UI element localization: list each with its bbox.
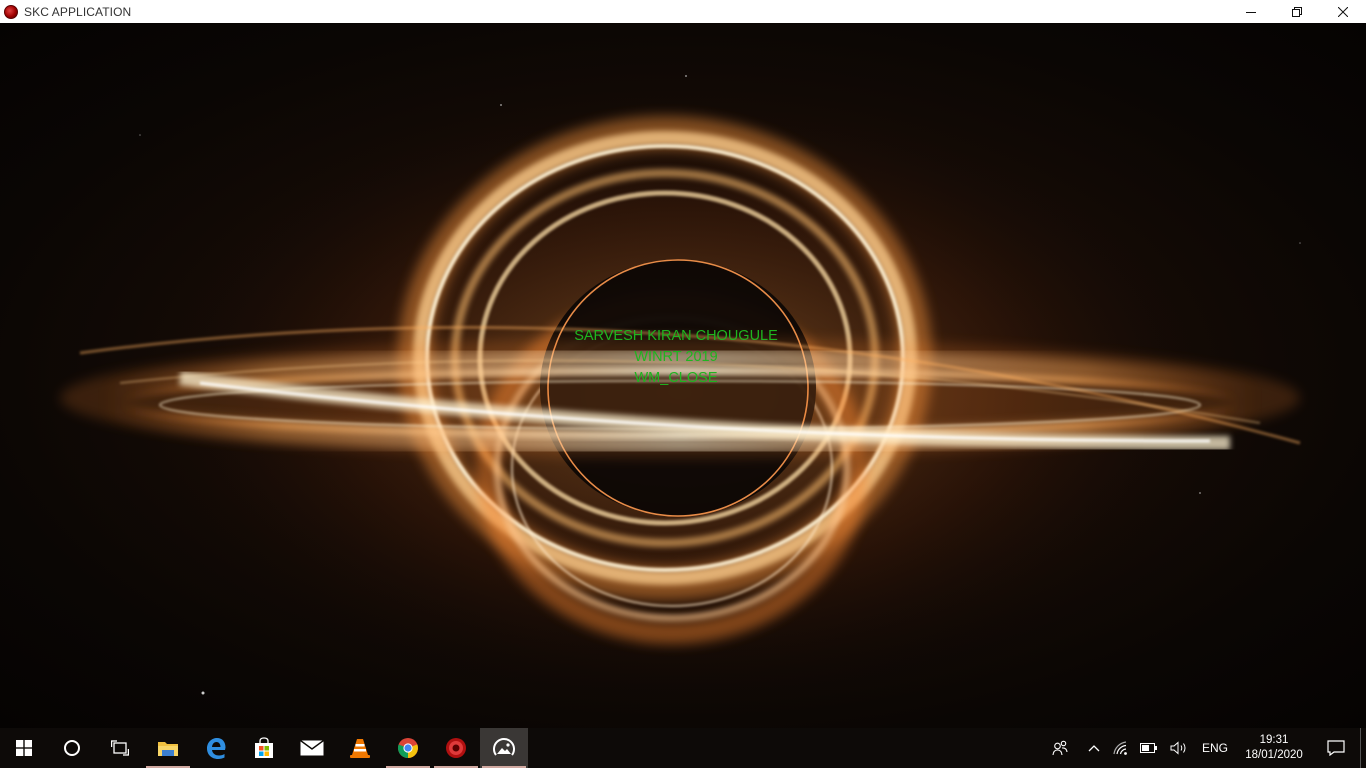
action-center-button[interactable] [1312,728,1360,768]
app-icon [4,4,18,19]
close-icon [1338,6,1348,17]
search-button[interactable] [48,728,96,768]
minimize-icon [1246,11,1256,13]
show-hidden-icons-button[interactable] [1074,728,1106,768]
taskbar-vlc[interactable] [336,728,384,768]
restore-button[interactable] [1274,0,1320,23]
wifi-icon [1113,741,1127,755]
mail-icon [300,740,324,756]
taskbar-edge[interactable] [192,728,240,768]
folder-icon [158,742,178,756]
message-label: WM_CLOSE [634,370,718,386]
input-language-button[interactable]: ENG [1194,728,1236,768]
course-label: WINRT 2019 [634,349,718,365]
author-name: SARVESH KIRAN CHOUGULE [574,328,778,344]
store-bag-icon [255,737,273,758]
taskbar-skc-app[interactable] [432,728,480,768]
clock-date: 18/01/2020 [1245,749,1303,761]
chrome-icon [397,738,418,759]
chevron-up-icon [1088,745,1100,752]
red-circle-app-icon [446,738,466,758]
speaker-icon [1170,741,1186,755]
windows-logo-icon [16,740,32,756]
battery-icon [1139,743,1157,753]
taskbar-file-explorer[interactable] [144,728,192,768]
taskbar-store[interactable] [240,728,288,768]
window-title: SKC APPLICATION [24,4,132,19]
clock-time: 19:31 [1259,734,1289,746]
window-controls [1228,0,1366,23]
center-text-block: SARVESH KIRAN CHOUGULE WINRT 2019 WM_CLO… [526,326,826,389]
vlc-cone-icon [350,739,370,758]
show-desktop-button[interactable] [1360,728,1366,768]
cortana-circle-icon [64,740,80,756]
taskbar-mail[interactable] [288,728,336,768]
people-icon [1052,740,1068,756]
task-view-icon [111,740,129,756]
system-tray: ENG 19:31 18/01/2020 [1046,728,1366,768]
start-button[interactable] [0,728,48,768]
people-button[interactable] [1046,728,1074,768]
photos-icon [493,738,515,756]
close-button[interactable] [1320,0,1366,23]
clock-button[interactable]: 19:31 18/01/2020 [1236,728,1312,768]
task-view-button[interactable] [96,728,144,768]
edge-icon [207,738,226,759]
client-area: SARVESH KIRAN CHOUGULE WINRT 2019 WM_CLO… [0,23,1366,728]
minimize-button[interactable] [1228,0,1274,23]
battery-button[interactable] [1134,728,1164,768]
notification-icon [1327,740,1345,756]
network-button[interactable] [1106,728,1134,768]
volume-button[interactable] [1164,728,1194,768]
title-bar: SKC APPLICATION [0,0,1366,23]
restore-icon [1292,6,1302,17]
taskbar-photos[interactable] [480,728,528,768]
taskbar-chrome[interactable] [384,728,432,768]
taskbar: ENG 19:31 18/01/2020 [0,728,1366,768]
